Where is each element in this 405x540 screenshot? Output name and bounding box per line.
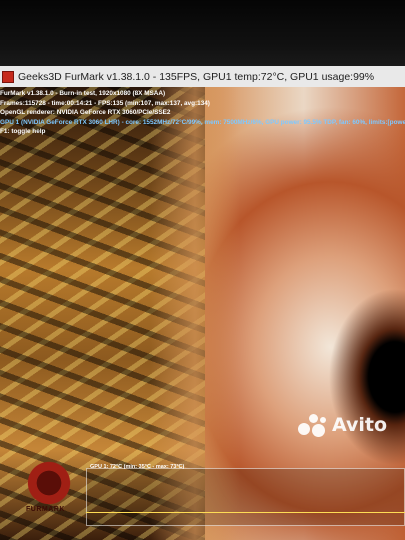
overlay-line-frames: Frames:115728 - time:00:14:21 - FPS:135 … [0, 99, 210, 107]
furmark-logo-icon [24, 459, 74, 507]
overlay-line-version: FurMark v1.38.1.0 - Burn-in test, 1920x1… [0, 90, 166, 97]
avito-logo-icon [298, 414, 328, 437]
temperature-graph-label: GPU 1: 72°C (min: 35°C - max: 73°C) [90, 464, 185, 470]
window-titlebar[interactable]: Geeks3D FurMark v1.38.1.0 - 135FPS, GPU1… [0, 66, 405, 88]
monitor-bezel [0, 0, 405, 66]
window-title: Geeks3D FurMark v1.38.1.0 - 135FPS, GPU1… [18, 70, 375, 83]
avito-watermark: Avito [298, 414, 388, 437]
overlay-line-help: F1: toggle help [0, 128, 46, 136]
stats-overlay: FurMark v1.38.1.0 - Burn-in test, 1920x1… [0, 89, 405, 137]
render-viewport: FurMark v1.38.1.0 - Burn-in test, 1920x1… [0, 87, 405, 540]
furmark-logo-text: FURMARK [26, 506, 65, 513]
temperature-graph [86, 468, 405, 526]
overlay-line-renderer: OpenGL renderer: NVIDIA GeForce RTX 3060… [0, 109, 171, 117]
furmark-app-icon [2, 70, 14, 83]
avito-watermark-text: Avito [332, 414, 388, 436]
overlay-line-gpu: GPU 1 (NVIDIA GeForce RTX 3060 LHR) - co… [0, 118, 405, 126]
temperature-graph-line [86, 512, 405, 513]
